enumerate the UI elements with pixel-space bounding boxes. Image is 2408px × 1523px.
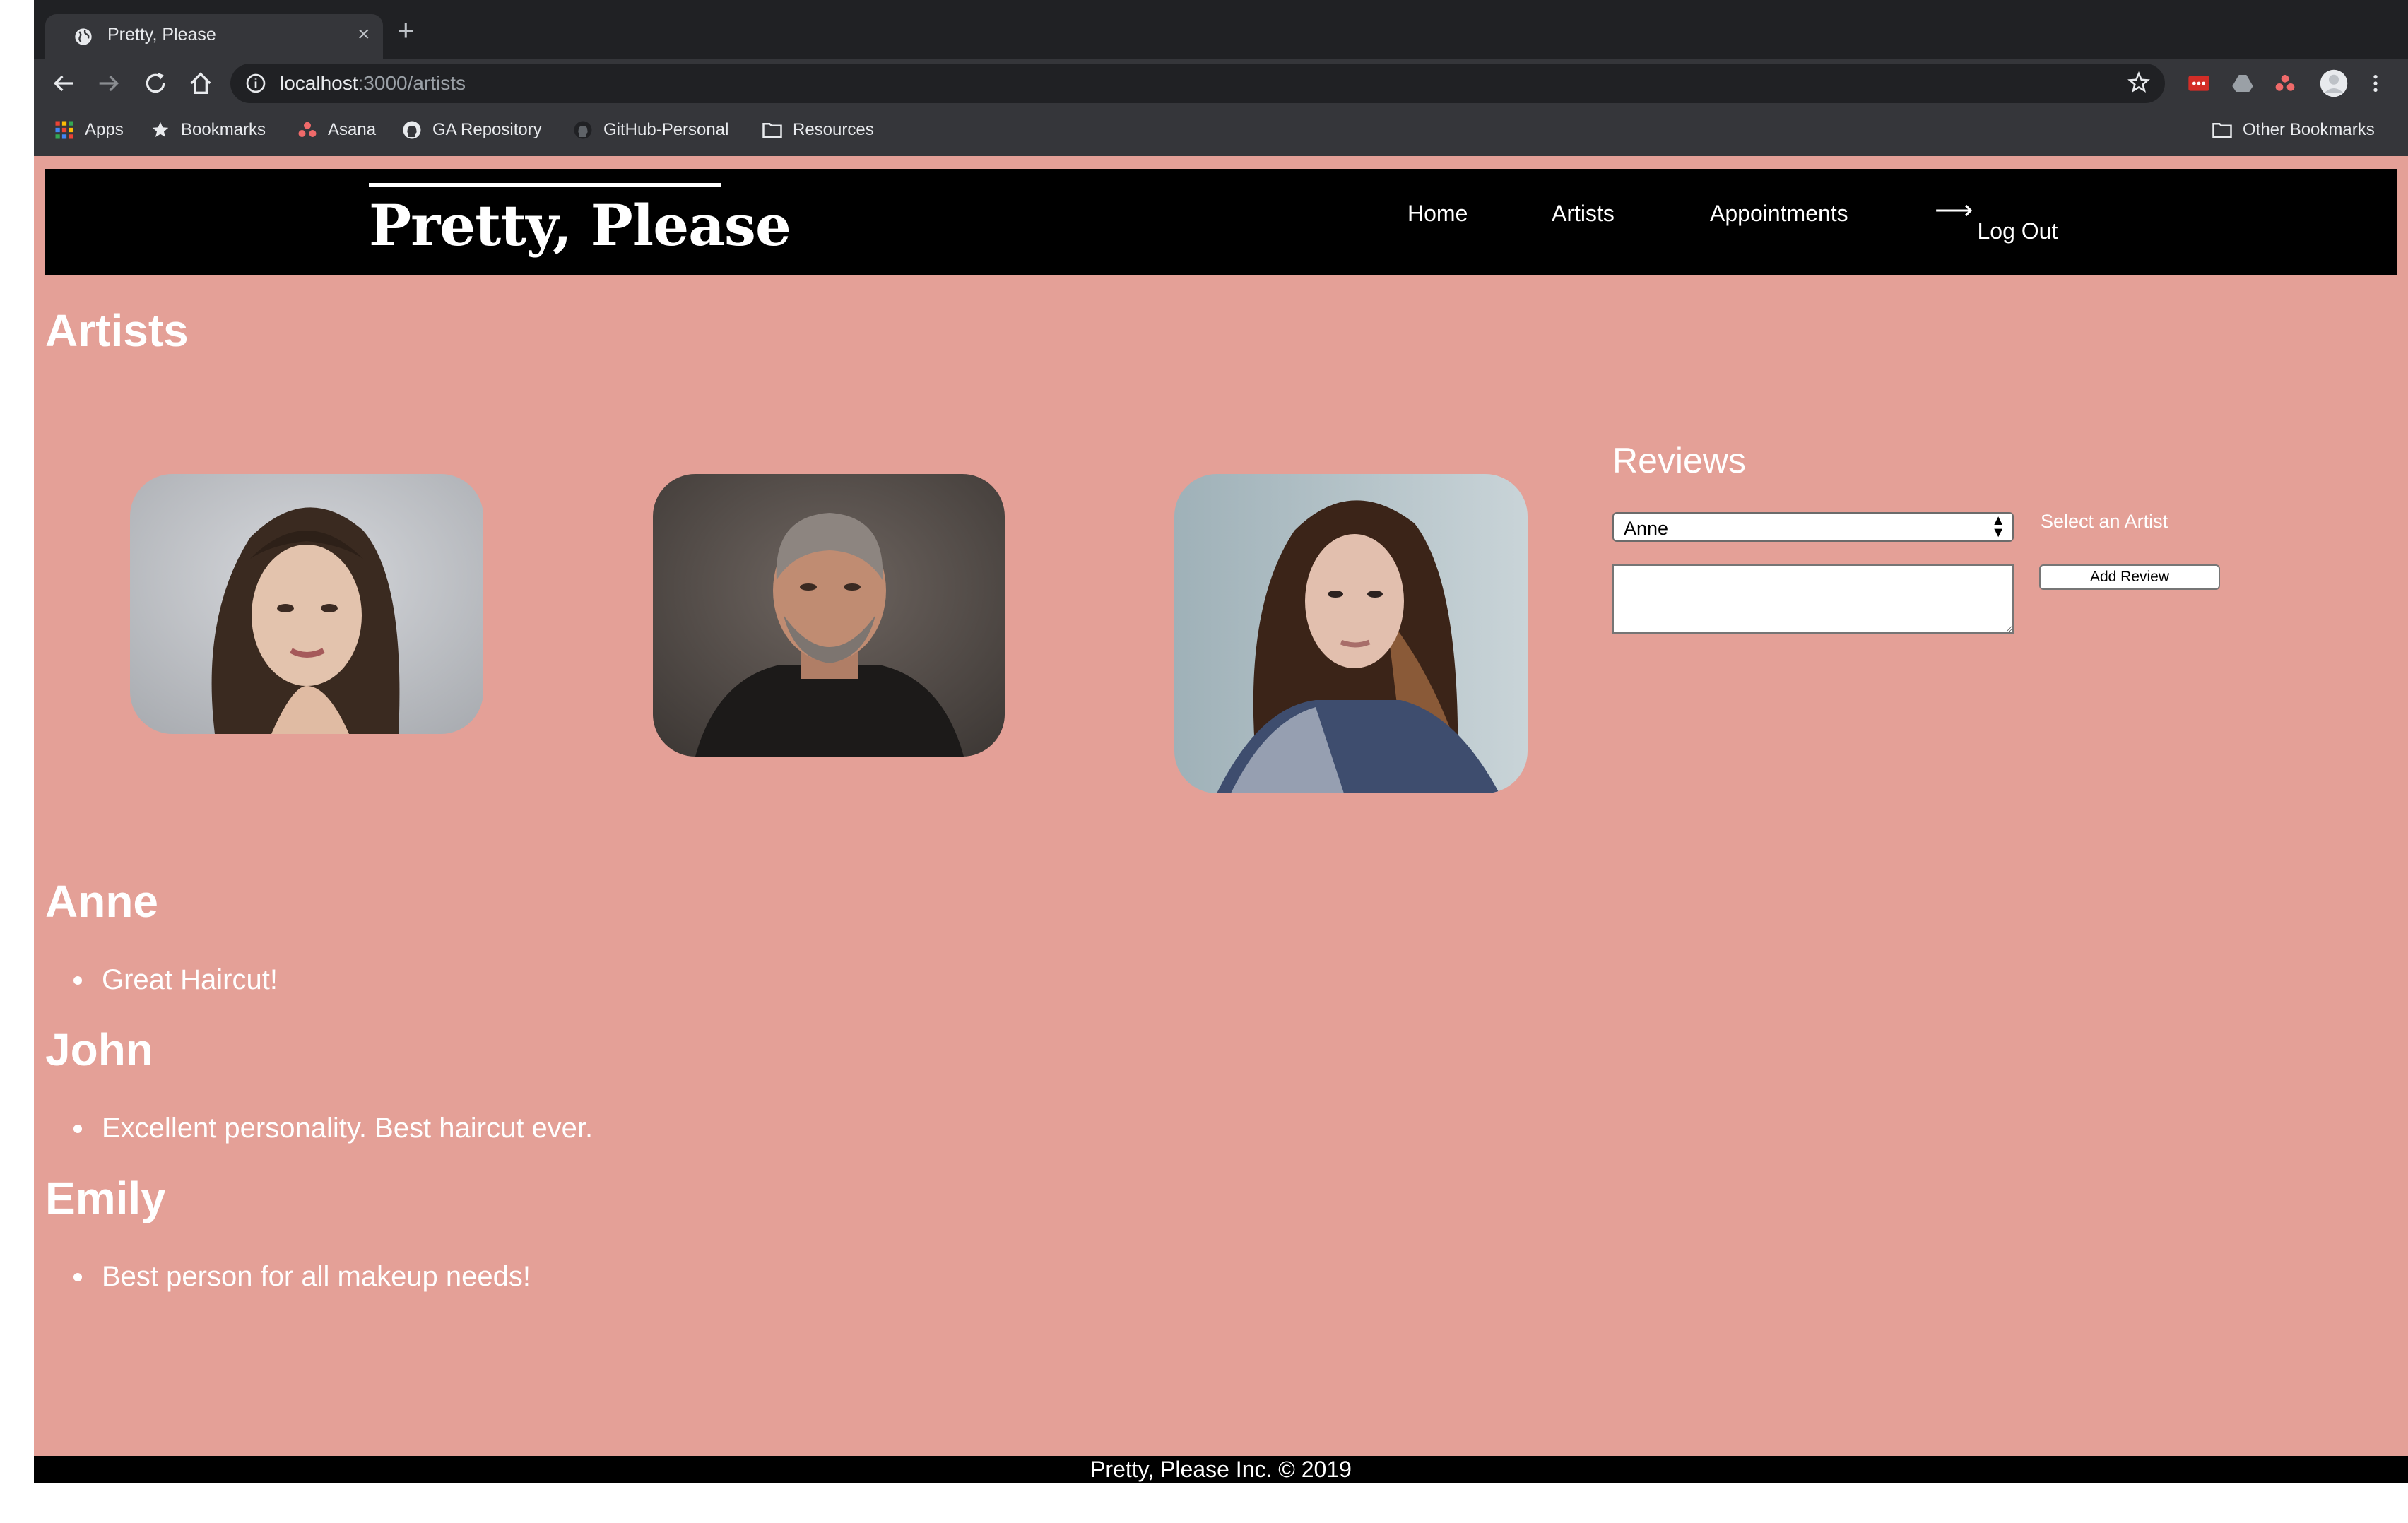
nav-appointments[interactable]: Appointments [1710, 201, 1848, 227]
reviews-heading: Reviews [1612, 441, 1746, 480]
bookmark-github-personal[interactable]: GitHub-Personal [572, 117, 728, 143]
page-body: Pretty, Please Home Artists Appointments… [34, 156, 2408, 1483]
review-text: Great Haircut! [102, 964, 278, 995]
bookmark-label: Asana [328, 120, 377, 139]
artist-photo-emily[interactable] [1174, 474, 1528, 793]
bookmark-label: Bookmarks [181, 120, 266, 139]
review-textarea[interactable] [1612, 564, 2014, 634]
artist-select[interactable]: Anne ▲ ▼ [1612, 512, 2014, 542]
arrow-right-icon: ⟶ [1935, 196, 1973, 225]
bookmarks-bar: Apps Bookmarks Asana GA Repository GitHu… [34, 107, 2408, 156]
bookmark-asana[interactable]: Asana [297, 117, 376, 143]
bullet-icon [73, 976, 82, 985]
bookmark-resources[interactable]: Resources [762, 117, 874, 143]
artist-photo-john[interactable] [653, 474, 1005, 757]
browser-chrome: Pretty, Please × + localhost:3000/artist… [34, 0, 2408, 156]
star-icon [152, 122, 169, 137]
home-icon[interactable] [187, 69, 215, 97]
nav-home[interactable]: Home [1407, 201, 1468, 227]
github-icon [403, 121, 421, 139]
menu-kebab-icon[interactable] [2364, 72, 2387, 95]
site-footer: Pretty, Please Inc. © 2019 [34, 1456, 2408, 1483]
brand-underline [369, 183, 721, 187]
asana-icon [298, 122, 317, 137]
tab-title: Pretty, Please [107, 25, 216, 45]
bookmark-label: GitHub-Personal [603, 120, 729, 139]
back-arrow-icon[interactable] [49, 69, 78, 97]
browser-toolbar: localhost:3000/artists [34, 59, 2408, 107]
artist-name-john: John [45, 1024, 153, 1075]
extension-asana-icon[interactable] [2274, 72, 2296, 95]
url-path: :3000/artists [358, 72, 466, 94]
page-title: Artists [45, 305, 189, 356]
artist-name-anne: Anne [45, 876, 158, 927]
info-icon[interactable] [244, 72, 267, 95]
artist-name-emily: Emily [45, 1173, 166, 1223]
bookmark-label: Resources [793, 120, 874, 139]
url-host: localhost [280, 72, 358, 94]
review-text: Best person for all makeup needs! [102, 1261, 531, 1292]
list-item: Best person for all makeup needs! [73, 1261, 531, 1293]
bookmark-ga-repository[interactable]: GA Repository [401, 117, 542, 143]
extension-drive-icon[interactable] [2231, 72, 2254, 95]
logout-link[interactable]: ⟶ Log Out [1935, 196, 2058, 244]
bookmark-bookmarks[interactable]: Bookmarks [150, 117, 266, 143]
new-tab-button[interactable]: + [397, 16, 415, 45]
site-logo[interactable]: Pretty, Please [369, 197, 791, 254]
globe-icon [75, 28, 92, 45]
url-text: localhost:3000/artists [280, 72, 466, 95]
github-icon [574, 121, 592, 139]
logout-label: Log Out [1977, 218, 2058, 244]
list-item: Great Haircut! [73, 964, 278, 996]
nav-artists[interactable]: Artists [1552, 201, 1615, 227]
bookmark-label: GA Repository [432, 120, 542, 139]
add-review-button[interactable]: Add Review [2039, 564, 2220, 590]
browser-tab[interactable]: Pretty, Please × [45, 14, 383, 59]
address-bar[interactable]: localhost:3000/artists [230, 64, 2165, 103]
close-icon[interactable]: × [358, 23, 370, 47]
bookmark-other-bookmarks[interactable]: Other Bookmarks [2212, 117, 2375, 143]
artist-photo-anne[interactable] [130, 474, 483, 734]
extension-lastpass-icon[interactable] [2188, 72, 2210, 95]
folder-icon [2212, 123, 2232, 138]
profile-avatar-icon[interactable] [2319, 69, 2349, 98]
review-text: Excellent personality. Best haircut ever… [102, 1113, 594, 1144]
bullet-icon [73, 1124, 82, 1133]
bookmark-label: Apps [85, 120, 124, 139]
tab-strip: Pretty, Please × + [34, 0, 2408, 59]
apps-grid-icon [55, 121, 73, 139]
bookmark-label: Other Bookmarks [2243, 120, 2375, 139]
bookmark-apps[interactable]: Apps [54, 117, 124, 143]
site-header: Pretty, Please Home Artists Appointments… [45, 169, 2397, 275]
bullet-icon [73, 1272, 82, 1281]
folder-icon [762, 123, 782, 138]
select-arrows-icon: ▲ ▼ [1991, 513, 2005, 540]
forward-arrow-icon[interactable] [95, 69, 123, 97]
artist-select-value: Anne [1624, 518, 1669, 539]
bookmark-star-icon[interactable] [2127, 71, 2151, 95]
reload-icon[interactable] [141, 69, 170, 97]
select-artist-label: Select an Artist [2041, 511, 2168, 532]
list-item: Excellent personality. Best haircut ever… [73, 1113, 593, 1144]
